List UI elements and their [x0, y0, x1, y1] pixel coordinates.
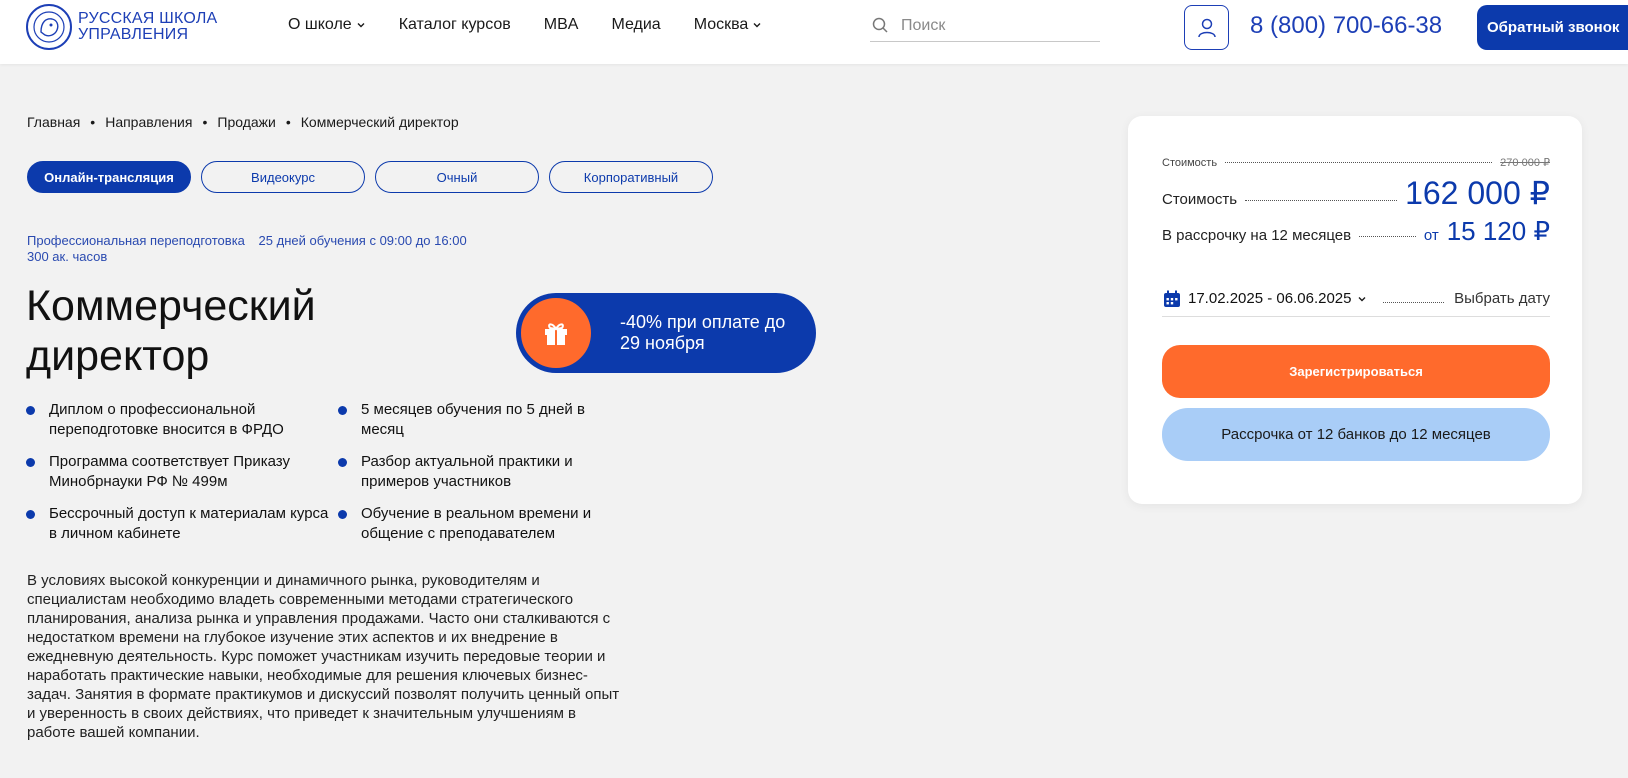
promo-text: -40% при оплате до 29 ноября	[620, 312, 786, 353]
breadcrumb-item-sales[interactable]: Продажи	[217, 114, 275, 130]
feature-item: 5 месяцев обучения по 5 дней в месяц	[338, 400, 626, 440]
bullet	[338, 458, 347, 467]
nav-label: О школе	[288, 16, 352, 33]
lion-logo-icon	[26, 4, 72, 50]
page-title: Коммерческий директор	[26, 282, 316, 380]
calendar-icon	[1164, 290, 1180, 307]
breadcrumb-separator: •	[90, 114, 96, 130]
installment-from: от	[1423, 227, 1439, 244]
nav-item-catalog[interactable]: Каталог курсов	[399, 16, 511, 34]
breadcrumb-separator: •	[202, 114, 208, 130]
dotted-leader	[1225, 162, 1493, 163]
nav-label: MBA	[543, 16, 579, 33]
bullet	[26, 458, 35, 467]
program-type: Профессиональная переподготовка	[27, 233, 245, 248]
tab-offline[interactable]: Очный	[375, 161, 539, 193]
main-nav: О школе Каталог курсов MBA Медиа Москва	[288, 16, 795, 34]
logo-text: РУССКАЯ ШКОЛА УПРАВЛЕНИЯ	[78, 11, 217, 43]
search-placeholder: Поиск	[901, 16, 946, 34]
feature-text: Бессрочный доступ к материалам курса в л…	[49, 505, 329, 542]
callback-button[interactable]: Обратный звонок	[1477, 5, 1628, 50]
feature-item: Программа соответствует Приказу Минобрна…	[26, 452, 338, 492]
feature-item: Разбор актуальной практики и примеров уч…	[338, 452, 626, 492]
nav-label: Каталог курсов	[398, 16, 511, 33]
bullet	[338, 406, 347, 415]
bullet	[26, 510, 35, 519]
nav-label: Москва	[693, 16, 749, 33]
course-description: В условиях высокой конкуренции и динамич…	[27, 572, 620, 741]
old-price: 270 000 ₽	[1500, 157, 1550, 169]
choose-date-link[interactable]: Выбрать дату	[1454, 290, 1550, 307]
tab-online[interactable]: Онлайн-трансляция	[27, 161, 191, 193]
chevron-down-icon	[753, 23, 761, 28]
logo[interactable]: РУССКАЯ ШКОЛА УПРАВЛЕНИЯ	[26, 4, 217, 50]
date-range: 17.02.2025 - 06.06.2025	[1188, 290, 1352, 307]
tab-corporate[interactable]: Корпоративный	[549, 161, 713, 193]
installment-label: В рассрочку на 12 месяцев	[1162, 227, 1352, 244]
promo-badge: -40% при оплате до 29 ноября	[516, 293, 816, 373]
search-icon	[872, 17, 888, 33]
feature-item: Диплом о профессиональной переподготовке…	[26, 400, 338, 440]
nav-item-media[interactable]: Медиа	[611, 16, 660, 34]
logo-line-1: РУССКАЯ ШКОЛА	[78, 10, 218, 27]
bullet	[338, 510, 347, 519]
breadcrumb: Главная • Направления • Продажи • Коммер…	[27, 114, 459, 130]
old-price-row: Стоимость 270 000 ₽	[1162, 156, 1550, 169]
user-icon	[1197, 18, 1216, 37]
nav-label: Медиа	[611, 16, 661, 33]
feature-text: Разбор актуальной практики и примеров уч…	[361, 453, 573, 490]
register-button[interactable]: Зарегистрироваться	[1162, 345, 1550, 398]
feature-item: Обучение в реальном времени и общение с …	[338, 504, 626, 544]
feature-text: Программа соответствует Приказу Минобрна…	[49, 453, 290, 490]
feature-text: Диплом о профессиональной переподготовке…	[49, 401, 284, 438]
current-price: 162 000 ₽	[1405, 175, 1550, 211]
feature-text: 5 месяцев обучения по 5 дней в месяц	[361, 401, 585, 438]
breadcrumb-item-home[interactable]: Главная	[27, 114, 80, 130]
breadcrumb-separator: •	[285, 114, 291, 130]
phone-link[interactable]: 8 (800) 700-66-38	[1250, 12, 1442, 40]
chevron-down-icon	[357, 23, 365, 28]
feature-text: Обучение в реальном времени и общение с …	[361, 505, 592, 542]
feature-item: Бессрочный доступ к материалам курса в л…	[26, 504, 338, 544]
format-tabs: Онлайн-трансляция Видеокурс Очный Корпор…	[27, 161, 713, 193]
program-meta: Профессиональная переподготовка 25 дней …	[27, 233, 477, 265]
chevron-down-icon	[1358, 296, 1366, 301]
dotted-leader	[1383, 302, 1445, 303]
nav-item-mba[interactable]: MBA	[544, 16, 579, 34]
installment-row: В рассрочку на 12 месяцев от 15 120 ₽	[1162, 216, 1550, 247]
program-schedule: 25 дней обучения с 09:00 до 16:00	[258, 233, 467, 248]
old-price-label: Стоимость	[1162, 157, 1218, 169]
breadcrumb-item-directions[interactable]: Направления	[105, 114, 192, 130]
tab-video[interactable]: Видеокурс	[201, 161, 365, 193]
search-input[interactable]: Поиск	[870, 10, 1100, 42]
current-price-label: Стоимость	[1162, 191, 1238, 208]
features-list: Диплом о профессиональной переподготовке…	[26, 400, 626, 544]
price-card: Стоимость 270 000 ₽ Стоимость 162 000 ₽ …	[1128, 116, 1582, 504]
installment-button[interactable]: Рассрочка от 12 банков до 12 месяцев	[1162, 408, 1550, 461]
nav-item-city[interactable]: Москва	[694, 16, 763, 34]
dotted-leader	[1359, 236, 1416, 237]
logo-line-2: УПРАВЛЕНИЯ	[78, 26, 189, 43]
current-price-row: Стоимость 162 000 ₽	[1162, 174, 1550, 212]
gift-icon	[545, 323, 567, 345]
date-selector[interactable]: 17.02.2025 - 06.06.2025 Выбрать дату	[1162, 281, 1550, 317]
installment-price: 15 120 ₽	[1446, 216, 1550, 246]
nav-item-about[interactable]: О школе	[288, 16, 366, 34]
account-button[interactable]	[1184, 5, 1229, 50]
bullet	[26, 406, 35, 415]
promo-icon-circle	[518, 295, 594, 371]
site-header: РУССКАЯ ШКОЛА УПРАВЛЕНИЯ О школе Каталог…	[0, 0, 1628, 64]
dotted-leader	[1245, 200, 1398, 201]
program-hours: 300 ак. часов	[27, 249, 108, 264]
breadcrumb-item-current: Коммерческий директор	[300, 114, 459, 130]
